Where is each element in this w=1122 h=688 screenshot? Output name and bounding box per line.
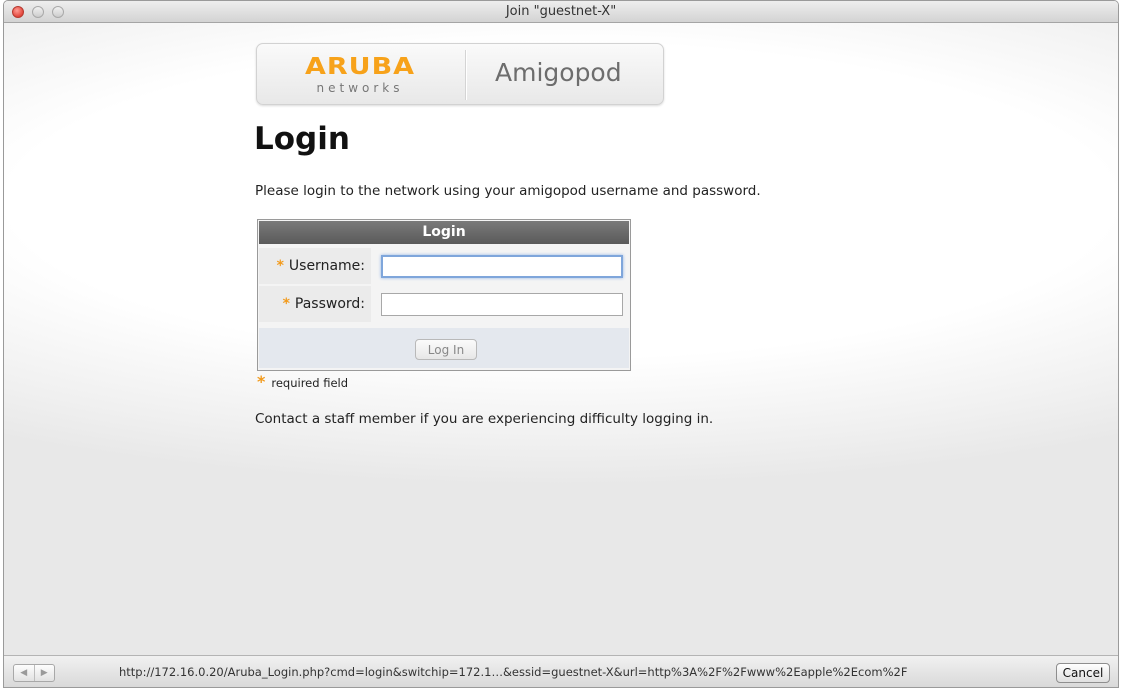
required-field-note: * required field <box>257 372 348 391</box>
log-in-button[interactable]: Log In <box>415 339 477 360</box>
password-row: * Password: <box>259 286 629 322</box>
login-form-header: Login <box>259 221 629 244</box>
title-bar: Join "guestnet-X" <box>4 1 1118 23</box>
brand-banner: ARUBA networks Amigopod <box>256 43 664 105</box>
required-star-icon: * <box>282 296 290 312</box>
intro-text: Please login to the network using your a… <box>255 183 761 199</box>
aruba-logo-subtext: networks <box>316 81 404 95</box>
login-window: Join "guestnet-X" ARUBA networks Amigopo… <box>3 0 1119 688</box>
password-label: Password: <box>294 296 365 312</box>
banner-divider <box>465 50 466 100</box>
required-star-icon: * <box>276 258 284 274</box>
aruba-logo-text: ARUBA <box>304 53 416 80</box>
login-form: Login * Username: * Password: Log In <box>257 219 631 371</box>
username-label-cell: * Username: <box>259 248 371 284</box>
password-input[interactable] <box>381 293 623 316</box>
forward-arrow-icon[interactable]: ▶ <box>35 665 55 681</box>
product-name: Amigopod <box>495 58 622 87</box>
status-url: http://172.16.0.20/Aruba_Login.php?cmd=l… <box>119 665 908 679</box>
page-title: Login <box>254 121 350 157</box>
required-star-icon: * <box>257 372 266 391</box>
username-row: * Username: <box>259 248 629 284</box>
page-content: ARUBA networks Amigopod Login Please log… <box>4 23 1118 657</box>
contact-text: Contact a staff member if you are experi… <box>255 411 714 427</box>
form-button-row: Log In <box>259 328 629 368</box>
status-bar: ◀ ▶ http://172.16.0.20/Aruba_Login.php?c… <box>4 655 1118 687</box>
required-field-text: required field <box>271 376 349 390</box>
window-title: Join "guestnet-X" <box>505 4 617 19</box>
username-input[interactable] <box>381 255 623 278</box>
username-label: Username: <box>288 258 365 274</box>
back-arrow-icon[interactable]: ◀ <box>14 665 35 681</box>
back-forward-control: ◀ ▶ <box>13 664 55 682</box>
password-label-cell: * Password: <box>259 286 371 322</box>
cancel-button[interactable]: Cancel <box>1056 663 1110 683</box>
aruba-networks-logo: ARUBA networks <box>285 54 435 98</box>
